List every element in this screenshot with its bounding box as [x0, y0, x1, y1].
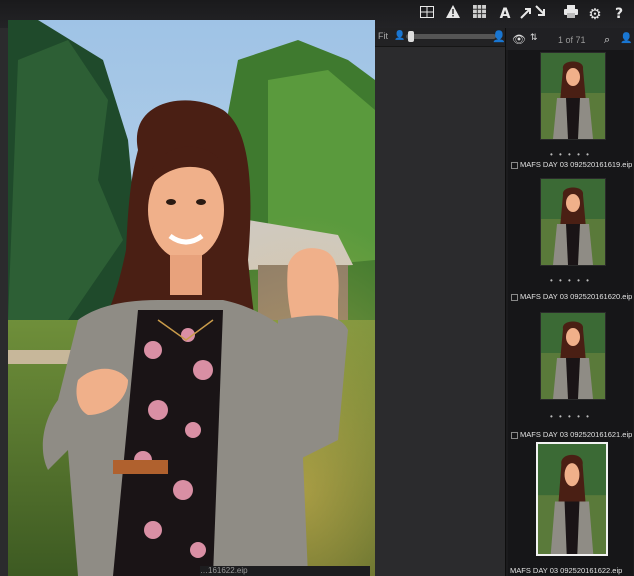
- zoom-slider-handle[interactable]: [408, 31, 414, 42]
- grid-icon[interactable]: [470, 5, 488, 23]
- user-icon[interactable]: 👤: [620, 33, 632, 44]
- help-icon[interactable]: ?: [610, 5, 628, 23]
- gear-icon[interactable]: ⚙: [586, 5, 604, 23]
- select-checkbox[interactable]: [511, 294, 518, 301]
- thumbnail-filename: MAFS DAY 03 092520161622.eip: [510, 566, 623, 575]
- move-icon[interactable]: [520, 5, 545, 23]
- thumbnail-cell[interactable]: • • • • • MAFS DAY 03 092520161621.eip: [508, 308, 633, 442]
- thumbnail-filename: MAFS DAY 03 092520161619.eip: [520, 160, 633, 169]
- thumbnail-image[interactable]: [540, 178, 606, 266]
- main-photo-viewer[interactable]: [8, 20, 375, 576]
- sort-icon[interactable]: ⇅: [530, 33, 538, 43]
- grid-view-icon[interactable]: [418, 5, 436, 23]
- zoom-slider[interactable]: [406, 31, 496, 42]
- thumbnail-cell[interactable]: • • • • • MAFS DAY 03 092520161619.eip: [508, 50, 633, 184]
- thumbnail-filename: MAFS DAY 03 092520161621.eip: [520, 430, 633, 439]
- thumbnail-cell[interactable]: • • • • • MAFS DAY 03 092520161620.eip: [508, 174, 633, 308]
- thumbnail-filename: MAFS DAY 03 092520161620.eip: [520, 292, 633, 301]
- portrait-photo: [8, 20, 375, 576]
- rating-dots[interactable]: • • • • •: [550, 276, 591, 285]
- viewer-toolbar: Fit 👤: [370, 28, 505, 47]
- image-counter: 1 of 71: [558, 35, 586, 45]
- fit-label[interactable]: Fit: [378, 31, 388, 41]
- thumbnail-image[interactable]: [536, 442, 608, 556]
- filmstrip-header: 👁 ⇅ 1 of 71 ⌕ 👤: [506, 28, 634, 50]
- select-checkbox[interactable]: [511, 432, 518, 439]
- person-large-icon[interactable]: 👤: [492, 30, 506, 43]
- filmstrip-panel: 👁 ⇅ 1 of 71 ⌕ 👤 • • • • • MAFS DAY 03 09…: [505, 28, 634, 576]
- print-icon[interactable]: [562, 5, 580, 23]
- eye-icon[interactable]: 👁: [512, 33, 526, 46]
- rating-dots[interactable]: • • • • •: [550, 412, 591, 421]
- select-checkbox[interactable]: [511, 162, 518, 169]
- thumbnail-cell-selected[interactable]: MAFS DAY 03 092520161622.eip: [508, 442, 633, 576]
- thumbnail-image[interactable]: [540, 312, 606, 400]
- text-icon[interactable]: A: [496, 5, 514, 23]
- warning-icon[interactable]: [444, 5, 462, 23]
- rating-dots[interactable]: • • • • •: [550, 150, 591, 159]
- bottom-filename: …161622.eip: [200, 566, 248, 575]
- search-icon[interactable]: ⌕: [604, 33, 610, 47]
- person-small-icon[interactable]: 👤: [394, 30, 405, 41]
- thumbnail-image[interactable]: [540, 52, 606, 140]
- bottom-status-bar: …161622.eip: [200, 566, 370, 576]
- capture-app-window: A ⚙ ? Fit 👤 👤 …161622.eip 👁 ⇅ 1 of 71 ⌕ …: [0, 0, 634, 576]
